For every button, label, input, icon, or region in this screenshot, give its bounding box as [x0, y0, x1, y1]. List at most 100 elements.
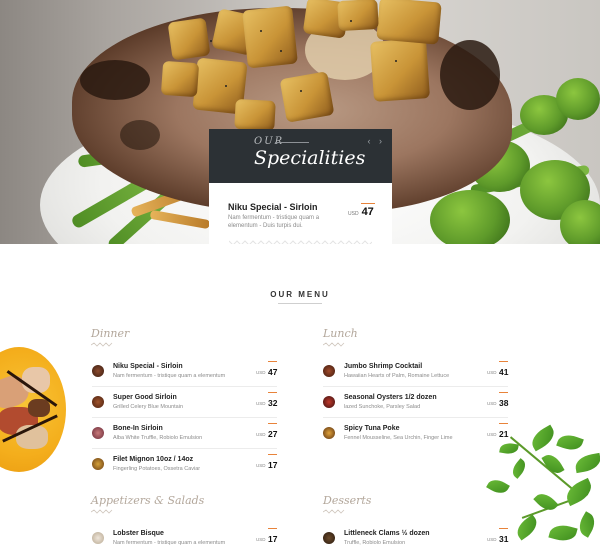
- dish-thumbnail: [92, 365, 104, 377]
- currency: USD: [348, 211, 359, 217]
- menu-item[interactable]: Filet Mignon 10oz / 14oz Fingerling Pota…: [92, 454, 282, 482]
- dish-name[interactable]: Niku Special - Sirloin: [113, 363, 183, 370]
- food-plate-image: [0, 347, 66, 472]
- dish-description: Fingerling Potatoes, Ossetra Caviar: [113, 466, 201, 472]
- category-wave-divider: [91, 342, 113, 347]
- potato: [167, 17, 211, 61]
- potato: [242, 5, 298, 69]
- dish-description: Hawaiian Hearts of Palm, Romaine Lettuce: [344, 373, 450, 379]
- price-value: 17: [268, 534, 278, 544]
- sear-mark: [440, 40, 500, 110]
- potato: [337, 0, 379, 32]
- currency: USD: [256, 370, 266, 375]
- row-divider: [323, 417, 508, 418]
- price-accent-line: [499, 361, 508, 362]
- dish-description: Alba White Truffle, Robiolo Emulsion: [113, 435, 203, 441]
- currency: USD: [487, 401, 497, 406]
- special-item-price: USD 47: [348, 206, 374, 218]
- price-value: 32: [268, 398, 278, 408]
- potato: [279, 71, 335, 123]
- dish-description: Nam fermentum - tristique quam a element…: [113, 540, 226, 546]
- dish-thumbnail: [92, 458, 104, 470]
- eyebrow-rule: [275, 142, 309, 143]
- price-value: 47: [268, 367, 278, 377]
- currency: USD: [256, 463, 266, 468]
- dish-description: lazed Sunchoke, Parsley Salad: [344, 404, 421, 410]
- zigzag-border: [229, 240, 372, 244]
- potato: [234, 98, 276, 132]
- row-divider: [92, 448, 277, 449]
- price-value: 21: [499, 429, 509, 439]
- price-accent-line: [499, 423, 508, 424]
- hero-banner: OUR Specialities ‹ › Niku Special - Sirl…: [0, 0, 600, 244]
- row-divider: [92, 417, 277, 418]
- menu-title-rule: [278, 303, 322, 304]
- currency: USD: [487, 370, 497, 375]
- row-divider: [92, 386, 277, 387]
- price-value: 38: [499, 398, 509, 408]
- dish-thumbnail: [323, 396, 335, 408]
- price-value: 31: [499, 534, 509, 544]
- menu-item[interactable]: Lobster Bisque Nam fermentum - tristique…: [92, 528, 282, 556]
- dish-description: Fennel Mousseline, Sea Urchin, Finger Li…: [344, 435, 453, 441]
- row-divider: [323, 386, 508, 387]
- dish-description: Nam fermentum - tristique quam a element…: [113, 373, 226, 379]
- dish-name[interactable]: Filet Mignon 10oz / 14oz: [113, 456, 193, 463]
- menu-item[interactable]: Spicy Tuna Poke Fennel Mousseline, Sea U…: [323, 423, 513, 451]
- dish-description: Grilled Celery Blue Mountain: [113, 404, 184, 410]
- price-accent-line: [268, 392, 277, 393]
- dish-name[interactable]: Lobster Bisque: [113, 530, 164, 537]
- price-value: 41: [499, 367, 509, 377]
- category-title-dinner: Dinner: [91, 327, 130, 340]
- dish-thumbnail: [92, 396, 104, 408]
- price-accent-line: [268, 454, 277, 455]
- price-value: 27: [268, 429, 278, 439]
- sear-mark: [80, 60, 150, 100]
- dish-name[interactable]: Bone-In Sirloin: [113, 425, 163, 432]
- special-item-name[interactable]: Niku Special - Sirloin: [228, 202, 318, 212]
- dish-thumbnail: [323, 427, 335, 439]
- potato: [160, 60, 200, 98]
- price-accent-line: [268, 528, 277, 529]
- category-wave-divider: [323, 342, 345, 347]
- carousel-arrows[interactable]: ‹ ›: [368, 136, 386, 146]
- price-accent-line: [268, 361, 277, 362]
- specialities-header: OUR Specialities ‹ ›: [209, 129, 392, 183]
- specialities-card[interactable]: Niku Special - Sirloin Nam fermentum - t…: [209, 183, 392, 244]
- dish-thumbnail: [323, 365, 335, 377]
- dish-name[interactable]: Seasonal Oysters 1/2 dozen: [344, 394, 437, 401]
- dish-name[interactable]: Spicy Tuna Poke: [344, 425, 400, 432]
- price-value: 17: [268, 460, 278, 470]
- dish-description: Truffle, Robiolo Emulsion: [344, 540, 406, 546]
- currency: USD: [256, 537, 266, 542]
- dish-thumbnail: [92, 532, 104, 544]
- category-wave-divider: [91, 509, 113, 514]
- potato: [369, 38, 431, 102]
- category-title-appetizers: Appetizers & Salads: [91, 494, 205, 507]
- category-title-lunch: Lunch: [323, 327, 358, 340]
- specialities-title: Specialities: [254, 147, 366, 169]
- currency: USD: [487, 537, 497, 542]
- price-value: 47: [361, 206, 374, 218]
- currency: USD: [487, 432, 497, 437]
- price-accent-line: [361, 203, 375, 204]
- dish-name[interactable]: Littleneck Clams ½ dozen: [344, 530, 430, 537]
- special-item-description: Nam fermentum - tristique quam a element…: [228, 215, 320, 229]
- dish-thumbnail: [92, 427, 104, 439]
- currency: USD: [256, 401, 266, 406]
- currency: USD: [256, 432, 266, 437]
- dish-thumbnail: [323, 532, 335, 544]
- dish-name[interactable]: Jumbo Shrimp Cocktail: [344, 363, 422, 370]
- broccoli: [556, 78, 600, 120]
- category-wave-divider: [323, 509, 345, 514]
- potato: [376, 0, 442, 45]
- menu-title: OUR MENU: [270, 290, 330, 299]
- price-accent-line: [499, 528, 508, 529]
- broccoli: [430, 190, 510, 244]
- price-accent-line: [268, 423, 277, 424]
- dish-name[interactable]: Super Good Sirloin: [113, 394, 177, 401]
- category-title-desserts: Desserts: [323, 494, 372, 507]
- menu-item[interactable]: Littleneck Clams ½ dozen Truffle, Robiol…: [323, 528, 513, 556]
- price-accent-line: [499, 392, 508, 393]
- sear-mark: [120, 120, 160, 150]
